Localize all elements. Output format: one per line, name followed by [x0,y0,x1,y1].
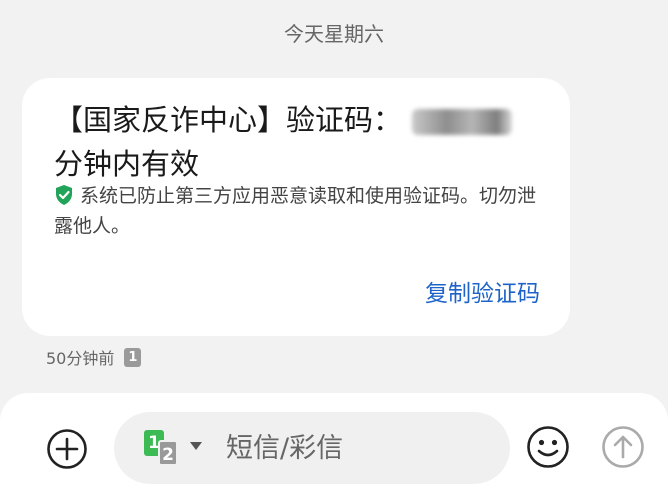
sim2-icon: 2 [158,440,178,466]
copy-code-button[interactable]: 复制验证码 [425,274,540,308]
message-text-prefix: 【国家反诈中心】验证码： [54,103,403,137]
message-meta: 50分钟前 1 [46,345,142,369]
message-text: 【国家反诈中心】验证码： 分钟内有效 [54,98,554,186]
sim-selector[interactable]: 1 2 [144,430,214,466]
message-text-suffix: 分钟内有效 [54,147,200,181]
sim-badge: 1 [124,347,142,367]
message-input-container: 1 2 [114,412,510,484]
security-notice: 系统已防止第三方应用恶意读取和使用验证码。切勿泄露他人。 [54,181,544,241]
message-timestamp: 50分钟前 [46,349,115,368]
message-bubble[interactable]: 【国家反诈中心】验证码： 分钟内有效 系统已防止第三方应用恶意读取和使用验证码。… [22,78,570,336]
message-input[interactable] [226,426,486,470]
shield-check-icon [56,185,72,205]
date-header: 今天星期六 [284,22,384,46]
smiley-icon[interactable] [526,425,570,469]
security-notice-text: 系统已防止第三方应用恶意读取和使用验证码。切勿泄露他人。 [54,185,537,237]
arrow-up-circle-icon[interactable] [601,425,645,469]
dropdown-caret-icon [190,442,202,450]
plus-circle-icon[interactable] [46,428,88,470]
redacted-code [412,109,513,135]
